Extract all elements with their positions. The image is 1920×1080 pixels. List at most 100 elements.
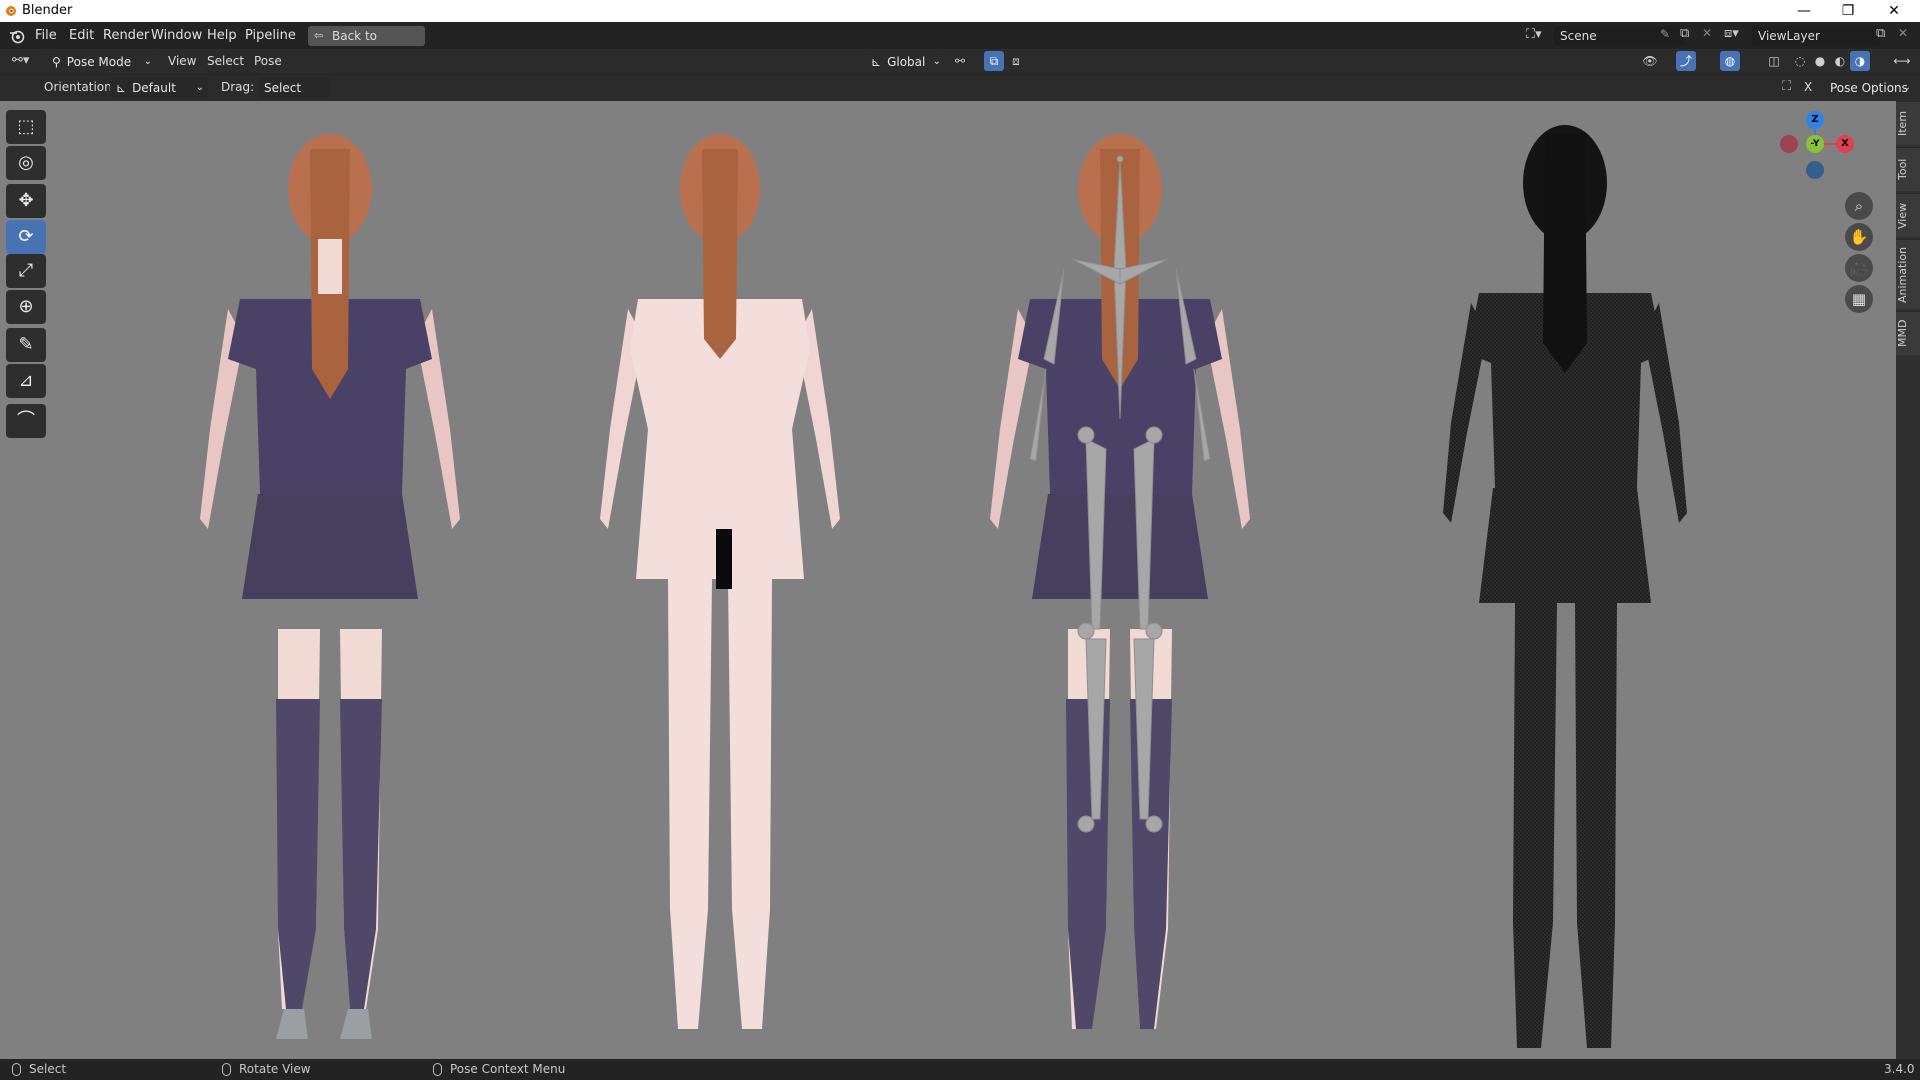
window-title-bar: Blender — ❐ ✕ — [0, 0, 1920, 22]
menu-render[interactable]: Render — [103, 28, 149, 43]
gizmo-y-axis[interactable]: -Y — [1806, 135, 1824, 153]
new-viewlayer-icon[interactable]: ⧉ — [1876, 26, 1885, 41]
mode-selector[interactable]: ⚲ Pose Mode ⌄ — [46, 52, 156, 72]
scene-type-icon[interactable]: ⛶▾ — [1526, 27, 1542, 42]
menu-help[interactable]: Help — [207, 28, 237, 43]
cursor-tool[interactable]: ◎ — [6, 146, 46, 180]
top-menu-bar: File Edit Render Window Help Pipeline ⇦ … — [0, 22, 1920, 63]
editor-type-icon[interactable]: ⚯▾ — [12, 53, 29, 68]
pivot-point-icon[interactable]: ⚯ — [950, 51, 970, 71]
new-scene-icon[interactable]: ⧉ — [1680, 26, 1689, 41]
transform-orientation-dropdown[interactable]: ⊾ Global ⌄ — [865, 52, 943, 72]
xray-pose-icon[interactable]: ⛶ — [1782, 79, 1791, 94]
expand-area-icon[interactable]: ⟷ — [1892, 51, 1912, 71]
3d-viewport[interactable]: Z -Y X ⌕ ✋ 🎥 ▦ — [0, 101, 1920, 1059]
zoom-icon[interactable]: ⌕ — [1845, 192, 1873, 220]
blender-logo-icon — [6, 6, 16, 16]
relax-pose-icon: ⌒ — [17, 410, 35, 431]
gizmo-z-axis[interactable]: Z — [1806, 111, 1824, 129]
character-armature-view[interactable] — [960, 109, 1280, 1054]
tab-animation[interactable]: Animation — [1896, 239, 1920, 309]
solid-shading-icon[interactable]: ● — [1810, 51, 1830, 71]
rotate-icon: ⟳ — [18, 226, 34, 247]
viewlayer-selector[interactable]: ViewLayer — [1752, 26, 1880, 46]
transform-tool[interactable]: ⊕ — [6, 290, 46, 324]
menu-window[interactable]: Window — [151, 28, 202, 43]
maximize-button[interactable]: ❐ — [1826, 0, 1870, 22]
gizmo-neg-z-axis[interactable] — [1806, 161, 1824, 179]
gizmo-x-axis[interactable]: X — [1836, 135, 1854, 153]
viewlayer-type-icon[interactable]: ⧈▾ — [1724, 26, 1739, 41]
overlays-toggle-icon[interactable]: ◍ — [1720, 51, 1740, 71]
status-context-label: Pose Context Menu — [450, 1062, 566, 1076]
move-tool[interactable]: ✥ — [6, 184, 46, 218]
scale-tool[interactable]: ⤢ — [6, 254, 46, 288]
version-label: 3.4.0 — [1884, 1062, 1915, 1076]
minimize-button[interactable]: — — [1782, 0, 1826, 22]
measure-tool[interactable]: ⊿ — [6, 364, 46, 398]
left-mouse-icon — [12, 1063, 21, 1076]
drag-label: Drag: — [221, 80, 255, 94]
rotate-tool[interactable]: ⟳ — [6, 220, 46, 254]
perspective-grid-icon[interactable]: ▦ — [1845, 285, 1873, 313]
censor-bar — [716, 529, 732, 589]
right-mouse-icon — [433, 1063, 442, 1076]
menu-pipeline[interactable]: Pipeline — [245, 28, 296, 43]
navigation-gizmo[interactable]: Z -Y X — [1780, 111, 1854, 181]
pose-mode-icon: ⚲ — [52, 55, 61, 69]
close-window-button[interactable]: ✕ — [1872, 0, 1916, 22]
select-box-tool[interactable]: ⬚ — [6, 110, 46, 144]
back-icon: ⇦ — [314, 29, 324, 42]
scene-name: Scene — [1560, 29, 1597, 43]
menu-view[interactable]: View — [168, 54, 196, 68]
rendered-shading-icon[interactable]: ◑ — [1850, 51, 1870, 71]
menu-file[interactable]: File — [35, 28, 57, 43]
snap-target-icon[interactable]: ⧈ — [1006, 51, 1026, 71]
scene-pin-icon[interactable]: ✎ — [1660, 27, 1670, 41]
character-wireframe-view[interactable] — [1405, 103, 1725, 1048]
back-to-previous-button[interactable]: ⇦ Back to Previous — [308, 26, 425, 63]
orientation-dropdown[interactable]: ⊾ Default ⌄ — [110, 78, 208, 98]
tab-mmd[interactable]: MMD — [1896, 311, 1920, 355]
measure-icon: ⊿ — [18, 370, 34, 391]
orientation-value: Default — [132, 81, 176, 95]
orientation-label: Orientation: — [44, 80, 116, 94]
pan-hand-icon[interactable]: ✋ — [1845, 223, 1873, 251]
gizmo-toggle-icon[interactable]: ⤴ — [1676, 51, 1696, 71]
annotate-tool[interactable]: ✎ — [6, 328, 46, 362]
window-title: Blender — [22, 3, 73, 18]
visibility-icon[interactable]: 👁 — [1640, 51, 1660, 71]
xray-toggle-icon[interactable]: ◫ — [1764, 51, 1784, 71]
tab-tool[interactable]: Tool — [1896, 147, 1920, 191]
delete-scene-icon[interactable]: ✕ — [1702, 26, 1712, 40]
menu-select[interactable]: Select — [207, 54, 244, 68]
chevron-down-icon: ⌄ — [195, 82, 204, 93]
status-select-label: Select — [29, 1062, 67, 1076]
snap-icon[interactable]: ⧉ — [984, 51, 1004, 71]
orientation-axis-icon: ⊾ — [116, 81, 127, 95]
drag-dropdown[interactable]: Select Box — [258, 78, 330, 115]
camera-view-icon[interactable]: 🎥 — [1845, 254, 1873, 282]
blender-menu-icon[interactable] — [9, 28, 25, 44]
wireframe-shading-icon[interactable]: ◌ — [1790, 51, 1810, 71]
transform-orientation-value: Global — [887, 55, 926, 69]
material-shading-icon[interactable]: ◐ — [1830, 51, 1850, 71]
pose-options-dropdown[interactable]: Pose Options ⌄ — [1824, 78, 1914, 98]
tab-view[interactable]: View — [1896, 193, 1920, 237]
menu-edit[interactable]: Edit — [69, 28, 94, 43]
viewport-header: ⚯▾ ⚲ Pose Mode ⌄ View Select Pose ⊾ Global… — [0, 49, 1920, 74]
character-clothed-back[interactable] — [170, 109, 490, 1054]
status-rotate-label: Rotate View — [239, 1062, 311, 1076]
mirror-x-toggle[interactable]: X — [1804, 80, 1812, 94]
relax-pose-tool[interactable]: ⌒ — [6, 404, 46, 438]
viewlayer-name: ViewLayer — [1758, 29, 1820, 43]
annotate-icon: ✎ — [18, 334, 34, 355]
menu-pose[interactable]: Pose — [254, 54, 282, 68]
move-icon: ✥ — [18, 190, 34, 211]
transform-icon: ⊕ — [18, 296, 34, 317]
character-base-body-back[interactable] — [560, 109, 880, 1054]
gizmo-neg-x-axis[interactable] — [1780, 135, 1798, 153]
tab-item[interactable]: Item — [1896, 101, 1920, 145]
select-box-icon: ⬚ — [17, 116, 35, 137]
delete-viewlayer-icon[interactable]: ✕ — [1898, 26, 1908, 40]
